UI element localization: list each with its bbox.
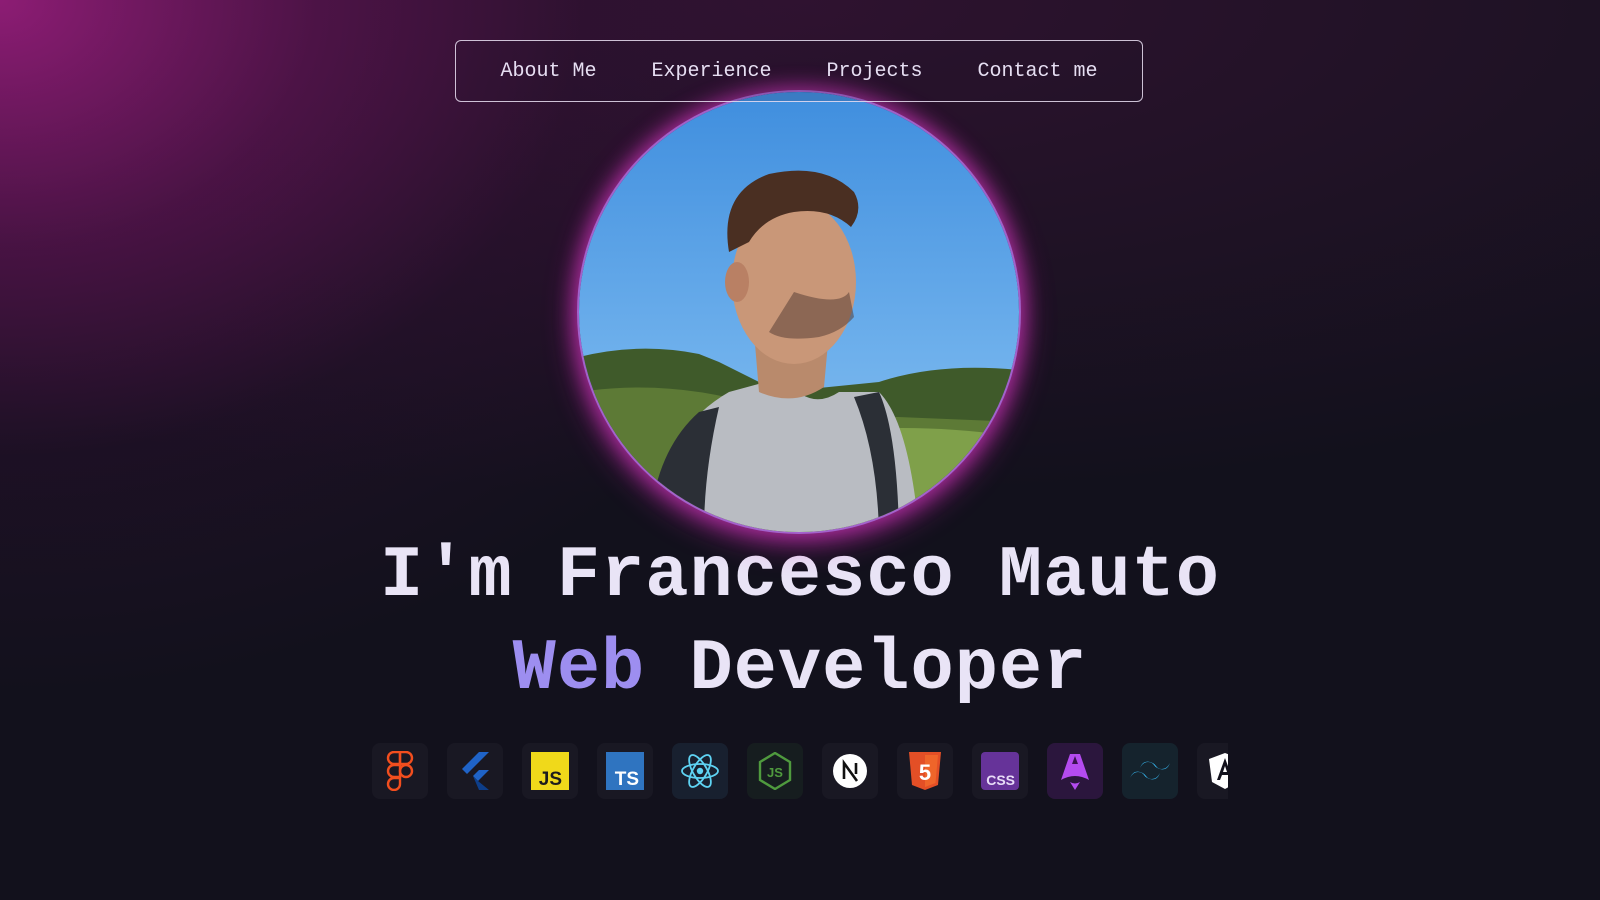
javascript-icon: JS	[522, 743, 578, 799]
tailwind-icon	[1122, 743, 1178, 799]
flutter-icon	[447, 743, 503, 799]
astro-icon	[1047, 743, 1103, 799]
svg-text:TS: TS	[615, 769, 639, 790]
hero-name: I'm Francesco Mauto	[380, 535, 1220, 617]
hero-role: Web Developer	[0, 628, 1600, 710]
html5-icon: 5	[897, 743, 953, 799]
react-icon	[672, 743, 728, 799]
typescript-icon: TS	[597, 743, 653, 799]
svg-text:5: 5	[919, 760, 931, 785]
figma-icon	[372, 743, 428, 799]
nodejs-icon: JS	[747, 743, 803, 799]
hero-role-rest: Developer	[645, 628, 1088, 710]
nav-contact-me[interactable]: Contact me	[978, 60, 1098, 83]
tech-stack-row: JS TS JS 5 CSS	[372, 743, 1228, 799]
svg-text:JS: JS	[539, 769, 562, 790]
angular-icon	[1197, 743, 1228, 799]
css-icon: CSS	[972, 743, 1028, 799]
svg-text:JS: JS	[767, 765, 783, 780]
nav-experience[interactable]: Experience	[651, 60, 771, 83]
nav-about-me[interactable]: About Me	[500, 60, 596, 83]
top-navigation: About Me Experience Projects Contact me	[455, 40, 1143, 102]
profile-photo	[579, 92, 1019, 532]
nextjs-icon	[822, 743, 878, 799]
nav-projects[interactable]: Projects	[827, 60, 923, 83]
svg-text:CSS: CSS	[986, 772, 1015, 788]
hero-role-accent: Web	[512, 628, 646, 710]
